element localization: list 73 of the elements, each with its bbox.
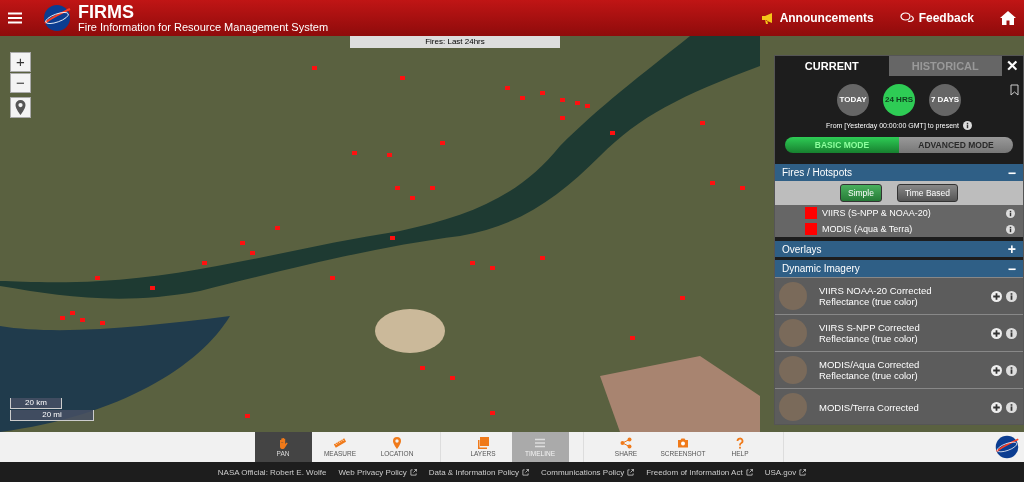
add-icon[interactable] <box>991 290 1002 302</box>
info-icon[interactable] <box>1006 224 1015 234</box>
info-icon[interactable] <box>1006 290 1017 302</box>
imagery-row[interactable]: MODIS/Terra Corrected <box>775 388 1023 424</box>
lines-icon <box>534 437 546 449</box>
header-link[interactable]: Announcements <box>760 11 874 25</box>
layer-name: VIIRS (S-NPP & NOAA-20) <box>822 208 931 218</box>
scale-bar: 20 mi <box>10 410 94 421</box>
layer-row[interactable]: MODIS (Aqua & Terra) <box>775 221 1023 237</box>
info-icon[interactable] <box>1006 364 1017 376</box>
section-header[interactable]: Fires / Hotspots − <box>775 161 1023 181</box>
chat-bubbles-icon <box>899 12 914 24</box>
period-button[interactable]: 7 DAYS <box>929 84 961 116</box>
imagery-thumbnail <box>779 393 807 421</box>
period-button[interactable]: 24 HRS <box>883 84 915 116</box>
bookmark-icon[interactable] <box>1010 84 1019 96</box>
style-button[interactable]: Time Based <box>896 184 958 202</box>
layer-name: MODIS (Aqua & Terra) <box>822 224 913 234</box>
scale-bar: 20 km <box>10 398 62 409</box>
external-link-icon <box>627 468 635 476</box>
imagery-thumbnail <box>779 356 807 384</box>
imagery-name: VIIRS NOAA-20 Corrected Reflectance (true color) <box>819 285 933 307</box>
footer-text: NASA Official: Robert E. Wolfe <box>217 467 327 477</box>
nasa-logo-icon[interactable] <box>42 3 72 33</box>
location-button[interactable] <box>10 97 31 118</box>
map-layer-label: Fires: Last 24hrs <box>350 36 560 48</box>
footer-link[interactable]: Freedom of Information Act <box>646 467 753 477</box>
imagery-name: VIIRS S-NPP Corrected Reflectance (true color) <box>819 322 921 344</box>
megaphone-icon <box>760 12 775 24</box>
external-link-icon <box>799 468 807 476</box>
imagery-thumbnail <box>779 319 807 347</box>
imagery-row[interactable]: VIIRS NOAA-20 Corrected Reflectance (true color) <box>775 277 1023 314</box>
nasa-logo-icon[interactable] <box>994 434 1020 460</box>
info-icon[interactable] <box>962 121 972 130</box>
question-mark-icon <box>734 437 746 449</box>
footer-link[interactable]: Web Privacy Policy <box>338 467 417 477</box>
zoom-in-button[interactable]: + <box>10 52 31 72</box>
zoom-out-button[interactable]: − <box>10 73 31 93</box>
info-icon[interactable] <box>1006 208 1015 218</box>
map-pin-icon <box>13 100 28 115</box>
layers-icon <box>477 437 489 449</box>
menu-icon[interactable] <box>8 12 22 24</box>
mode-toggle[interactable]: ADVANCED MODE <box>899 137 1013 153</box>
footer-link[interactable]: Communications Policy <box>541 467 635 477</box>
external-link-icon <box>522 468 529 476</box>
info-icon[interactable] <box>1006 401 1017 413</box>
add-icon[interactable] <box>991 401 1002 413</box>
header-link[interactable]: Feedback <box>899 11 974 25</box>
section-header[interactable]: Dynamic Imagery − <box>775 257 1023 277</box>
app-subtitle: Fire Information for Resource Management System <box>78 20 329 34</box>
ruler-icon <box>334 437 346 449</box>
hand-icon <box>277 437 289 449</box>
imagery-row[interactable]: VIIRS S-NPP Corrected Reflectance (true color) <box>775 314 1023 351</box>
imagery-name: MODIS/Aqua Corrected Reflectance (true color) <box>819 359 921 381</box>
app-title: FIRMS <box>78 2 135 21</box>
footer-link[interactable]: USA.gov <box>764 467 807 477</box>
footer-link[interactable]: Data & Information Policy <box>428 467 529 477</box>
map-pin-icon <box>391 437 403 449</box>
period-button[interactable]: TODAY <box>837 84 869 116</box>
external-link-icon <box>409 468 417 476</box>
add-icon[interactable] <box>991 364 1002 376</box>
imagery-thumbnail <box>779 282 807 310</box>
imagery-name: MODIS/Terra Corrected <box>819 401 920 413</box>
info-icon[interactable] <box>1006 327 1017 339</box>
external-link-icon <box>745 468 753 476</box>
close-button[interactable]: ✕ <box>1002 56 1023 76</box>
home-icon[interactable] <box>1000 11 1016 25</box>
imagery-row[interactable]: MODIS/Aqua Corrected Reflectance (true color) <box>775 351 1023 388</box>
share-icon <box>620 437 632 449</box>
camera-icon <box>677 437 689 449</box>
style-button[interactable]: Simple <box>840 184 882 202</box>
add-icon[interactable] <box>991 327 1002 339</box>
layer-row[interactable]: VIIRS (S-NPP & NOAA-20) <box>775 205 1023 221</box>
